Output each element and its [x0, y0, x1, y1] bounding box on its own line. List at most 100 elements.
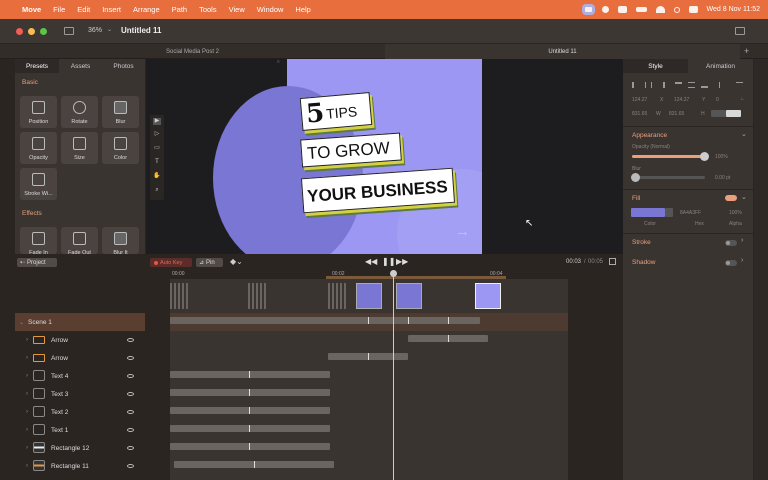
status-gear-icon[interactable]	[601, 6, 609, 13]
expand-chevron-icon[interactable]: ›	[26, 391, 28, 397]
status-x-icon[interactable]	[617, 6, 627, 13]
align-left-icon[interactable]	[632, 82, 639, 88]
scene-thumbnail-selected[interactable]	[475, 283, 501, 309]
transition-marker[interactable]	[328, 283, 348, 309]
opacity-slider[interactable]	[632, 152, 709, 161]
align-bottom-icon[interactable]	[701, 82, 708, 88]
opacity-value[interactable]: 100%	[715, 154, 728, 160]
scene-track-bar[interactable]	[170, 317, 480, 324]
visibility-eye-icon[interactable]	[127, 428, 134, 432]
keyframe-marker[interactable]	[254, 461, 255, 468]
constraint-selected-icon[interactable]	[726, 110, 741, 117]
visibility-eye-icon[interactable]	[127, 446, 134, 450]
direct-select-tool-icon[interactable]: ▷	[153, 131, 161, 138]
spotlight-search-icon[interactable]	[673, 6, 680, 13]
expand-chevron-icon[interactable]: ›	[26, 463, 28, 469]
tab-social-media-post-2[interactable]: Social Media Post 2	[0, 44, 385, 59]
arrow-right-icon[interactable]: →	[455, 223, 470, 240]
stroke-chevron-icon[interactable]: ›	[741, 237, 743, 244]
expand-chevron-icon[interactable]: ›	[26, 355, 28, 361]
layer-arrow-1[interactable]: › Arrow	[15, 331, 145, 349]
menu-path[interactable]: Path	[172, 5, 187, 14]
blur-slider[interactable]	[631, 173, 705, 182]
layer-scene-1[interactable]: ⌄ Scene 1	[15, 313, 145, 331]
eyedropper-icon[interactable]	[665, 208, 673, 217]
preset-position[interactable]: Position	[20, 96, 57, 128]
distribute-v-icon[interactable]	[736, 82, 743, 88]
shadow-toggle[interactable]	[725, 260, 737, 266]
keyframe-marker[interactable]	[249, 425, 250, 432]
artboard[interactable]: 5 TIPS TO GROW YOUR BUSINESS →	[287, 59, 482, 254]
close-window-button[interactable]	[16, 28, 23, 35]
tab-photos[interactable]: Photos	[102, 59, 145, 73]
x-value[interactable]: 124.27	[632, 97, 647, 103]
shadow-chevron-icon[interactable]: ›	[741, 257, 743, 264]
zoom-window-button[interactable]	[40, 28, 47, 35]
preset-color[interactable]: Color	[102, 132, 139, 164]
tab-style[interactable]: Style	[623, 59, 688, 73]
expand-chevron-icon[interactable]: ›	[26, 337, 28, 343]
expand-chevron-icon[interactable]: ›	[26, 445, 28, 451]
preset-blur-it[interactable]: Blur It	[102, 227, 139, 256]
visibility-eye-icon[interactable]	[127, 374, 134, 378]
battery-icon[interactable]	[635, 7, 647, 12]
preset-fade-out[interactable]: Fade Out	[61, 227, 98, 256]
project-button[interactable]: ⇠ Project	[17, 258, 57, 267]
appearance-chevron-icon[interactable]: ⌄	[741, 130, 747, 138]
keyframe-marker[interactable]	[249, 443, 250, 450]
stroke-toggle[interactable]	[725, 240, 737, 246]
sidebar-toggle-icon[interactable]	[64, 27, 74, 35]
pin-button[interactable]: ⊿ Pin	[196, 258, 223, 267]
auto-key-button[interactable]: Auto Key	[150, 258, 192, 267]
expand-chevron-icon[interactable]: ›	[26, 373, 28, 379]
app-menu[interactable]: Move	[22, 5, 41, 14]
layer-rectangle-12[interactable]: › Rectangle 12	[15, 439, 145, 457]
shadow-heading[interactable]: Shadow	[632, 259, 656, 266]
zoom-chevron-icon[interactable]: ⌄	[107, 26, 112, 33]
keyframe-marker[interactable]	[249, 407, 250, 414]
menu-help[interactable]: Help	[295, 5, 310, 14]
rotation-value[interactable]: 0	[716, 97, 719, 103]
layer-text-2[interactable]: › Text 2	[15, 403, 145, 421]
tab-assets[interactable]: Assets	[59, 59, 102, 73]
visibility-eye-icon[interactable]	[127, 392, 134, 396]
align-middle-icon[interactable]	[688, 82, 695, 88]
visibility-eye-icon[interactable]	[127, 338, 134, 342]
menu-arrange[interactable]: Arrange	[133, 5, 160, 14]
preset-fade-in[interactable]: Fade In	[20, 227, 57, 256]
keyframe-diamond-icon[interactable]: ◆⌄	[230, 257, 243, 266]
clock[interactable]: Wed 8 Nov 11:52	[707, 6, 760, 13]
minimize-window-button[interactable]	[28, 28, 35, 35]
headline-tips[interactable]: 5 TIPS	[299, 92, 373, 131]
opacity-slider-knob[interactable]	[700, 152, 709, 161]
keyframe-marker[interactable]	[249, 389, 250, 396]
text-2-track-bar[interactable]	[170, 407, 330, 414]
layer-arrow-2[interactable]: › Arrow	[15, 349, 145, 367]
text-3-track-bar[interactable]	[170, 389, 330, 396]
tab-presets[interactable]: Presets	[15, 59, 59, 73]
fill-alpha-value[interactable]: 100%	[729, 210, 742, 216]
menu-file[interactable]: File	[53, 5, 65, 14]
fill-toggle[interactable]	[725, 195, 737, 201]
visibility-eye-icon[interactable]	[127, 464, 134, 468]
add-tab-icon[interactable]: +	[744, 46, 749, 56]
screen-record-icon[interactable]	[581, 4, 595, 15]
keyframe-marker[interactable]	[368, 317, 369, 324]
y-value[interactable]: 124.27	[674, 97, 689, 103]
keyframe-marker[interactable]	[448, 317, 449, 324]
scene-thumbnail[interactable]	[396, 283, 422, 309]
transition-marker[interactable]	[248, 283, 268, 309]
layer-text-4[interactable]: › Text 4	[15, 367, 145, 385]
lock-ratio-icon[interactable]	[711, 110, 726, 117]
menu-edit[interactable]: Edit	[77, 5, 90, 14]
rewind-button[interactable]: ◀◀	[365, 257, 377, 266]
fill-chevron-icon[interactable]: ⌄	[741, 193, 747, 201]
fill-hex-value[interactable]: 8A4A3FF	[680, 210, 701, 216]
headline-to-grow[interactable]: TO GROW	[300, 132, 402, 168]
keyframe-marker[interactable]	[408, 317, 409, 324]
width-value[interactable]: 831.65	[632, 111, 647, 117]
zoom-tool-icon[interactable]: ⌕	[153, 187, 161, 194]
visibility-eye-icon[interactable]	[127, 356, 134, 360]
text-4-track-bar[interactable]	[170, 371, 330, 378]
tab-animation[interactable]: Animation	[688, 59, 753, 73]
